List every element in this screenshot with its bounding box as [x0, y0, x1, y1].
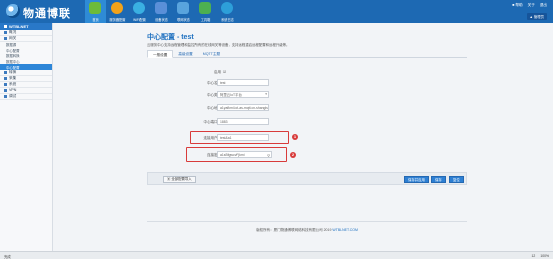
help-link[interactable]: ■ 帮助	[512, 3, 522, 8]
nav-label: 服务器配置	[109, 18, 126, 22]
top-header: 物通博联 首页 服务器配置 WiFi配置 设备状态 联网状态 工具箱 系统日志 …	[0, 0, 553, 23]
user-badge[interactable]: ▲ 管理员	[526, 13, 547, 20]
row-enabled: 启用 ☑	[153, 68, 403, 76]
system-icon	[4, 82, 7, 86]
nav-label: 系统日志	[221, 18, 234, 22]
type-label: 中心类型	[207, 93, 221, 97]
footer-link[interactable]: WTBLNET.COM	[332, 228, 357, 232]
nav-wifi[interactable]: WiFi配置	[129, 0, 150, 23]
nav-label: 工具箱	[200, 18, 211, 22]
sidebar-title-text: WTBLNET	[9, 24, 29, 29]
highlight-box-username	[190, 131, 289, 144]
device-status-icon	[155, 2, 167, 14]
nav-server[interactable]: 服务器配置	[107, 0, 128, 23]
sidebar-item-label: VPN	[9, 88, 17, 93]
about-link[interactable]: 关于	[528, 3, 535, 8]
status-right: 12 100%	[532, 254, 549, 258]
save-apply-button[interactable]: 保存并应用	[404, 176, 429, 183]
page-description: 云服务中心支持远程管理和监控所有的在线网关等设备，支持远程重启远程配置和远程升级…	[147, 43, 290, 47]
save-button[interactable]: 保存	[431, 176, 446, 183]
nav-label: 首页	[92, 18, 99, 22]
zoom-level[interactable]: 100%	[540, 254, 549, 258]
brand-logo[interactable]: 物通博联	[6, 4, 70, 20]
wifi-icon	[133, 2, 145, 14]
main-content: 中心配置 - test 云服务中心支持远程管理和监控所有的在线网关等设备，支持远…	[53, 23, 553, 251]
reset-button[interactable]: 复位	[449, 176, 464, 183]
gateway-icon	[4, 37, 7, 40]
tab-advanced[interactable]: 高级设置	[173, 50, 197, 58]
enabled-checkbox[interactable]: ☑	[223, 70, 226, 74]
center-port-input[interactable]: 1883	[217, 118, 269, 125]
nav-toolbox[interactable]: 工具箱	[195, 0, 216, 23]
sidebar-item-debug[interactable]: 调试	[0, 94, 52, 100]
status-text: 完成	[4, 255, 11, 259]
row-address: 中心地址 a1yafkmi.iot-as-mqtt.cn-shanghai	[153, 104, 403, 112]
nav-device-status[interactable]: 设备状态	[151, 0, 172, 23]
server-icon	[111, 2, 123, 14]
toolbox-icon	[199, 2, 211, 14]
enabled-label: 启用	[214, 70, 221, 74]
nav-label: 联网状态	[177, 18, 190, 22]
network-status-icon	[177, 2, 189, 14]
marker-1: 1	[292, 134, 298, 140]
nav-home[interactable]: 首页	[85, 0, 106, 23]
nav-label: 设备状态	[155, 18, 168, 22]
tab-bar: 一般设置 高级设置 MQTT主题	[147, 50, 467, 58]
sidebar-item-label: 系统	[9, 81, 17, 86]
main-nav: 首页 服务器配置 WiFi配置 设备状态 联网状态 工具箱 系统日志	[85, 0, 239, 23]
name-label: 中心名称	[207, 81, 221, 85]
nav-label: WiFi配置	[133, 18, 146, 22]
overview-icon	[4, 31, 7, 34]
home-icon	[89, 2, 101, 14]
collect-icon	[4, 76, 7, 80]
center-type-select[interactable]: 阿里云IoT平台	[217, 91, 269, 98]
row-port: 中心端口号 1883	[153, 118, 403, 126]
action-bar: ▣ 全部配置导入 保存并应用 保存 复位	[147, 172, 467, 185]
address-label: 中心地址	[207, 106, 221, 110]
row-name: 中心名称 test	[153, 79, 403, 87]
tab-mqtt[interactable]: MQTT主题	[198, 50, 225, 58]
footer-year: 2019	[323, 228, 332, 232]
sidebar-item-label: 概况	[9, 30, 17, 34]
logo-text: 物通博联	[23, 8, 71, 20]
center-name-input[interactable]: test	[217, 79, 269, 86]
convert-icon	[4, 70, 7, 74]
sidebar: WTBLNET 概况 网关 数据源 中心配置 数据转换 数据中心 中心配置 转换…	[0, 23, 53, 259]
browser-status-bar: 完成 12 100%	[0, 251, 553, 259]
marker-2: 2	[290, 152, 296, 158]
sidebar-item-label: 调试	[9, 93, 17, 98]
port-label: 中心端口号	[203, 120, 222, 124]
row-type: 中心类型 阿里云IoT平台	[153, 91, 403, 99]
logout-link[interactable]: 退出	[540, 3, 547, 8]
footer-divider	[147, 221, 467, 222]
log-icon	[221, 2, 233, 14]
status-count: 12	[531, 254, 536, 258]
footer-copyright: 版权所有：厦门物通博联网络科技有限公司	[256, 228, 323, 232]
vpn-icon	[4, 88, 7, 92]
center-address-input[interactable]: a1yafkmi.iot-as-mqtt.cn-shanghai	[217, 104, 269, 111]
logo-mark-icon	[6, 4, 20, 18]
sidebar-item-label: 采集	[9, 75, 17, 80]
sidebar-item-label: 网关	[9, 36, 17, 40]
import-all-config-button[interactable]: ▣ 全部配置导入	[163, 176, 196, 183]
debug-icon	[4, 94, 7, 98]
top-links: ■ 帮助 关于 退出	[512, 3, 547, 8]
sidebar-title: WTBLNET	[0, 23, 52, 30]
footer: 版权所有：厦门物通博联网络科技有限公司 2019 WTBLNET.COM	[147, 228, 467, 233]
nav-network-status[interactable]: 联网状态	[173, 0, 194, 23]
monitor-icon	[4, 25, 7, 28]
tab-general[interactable]: 一般设置	[147, 50, 174, 58]
page-title: 中心配置 - test	[147, 34, 194, 41]
nav-log[interactable]: 系统日志	[217, 0, 238, 23]
sidebar-item-label: 转换	[9, 69, 17, 74]
highlight-box-password	[186, 147, 287, 162]
